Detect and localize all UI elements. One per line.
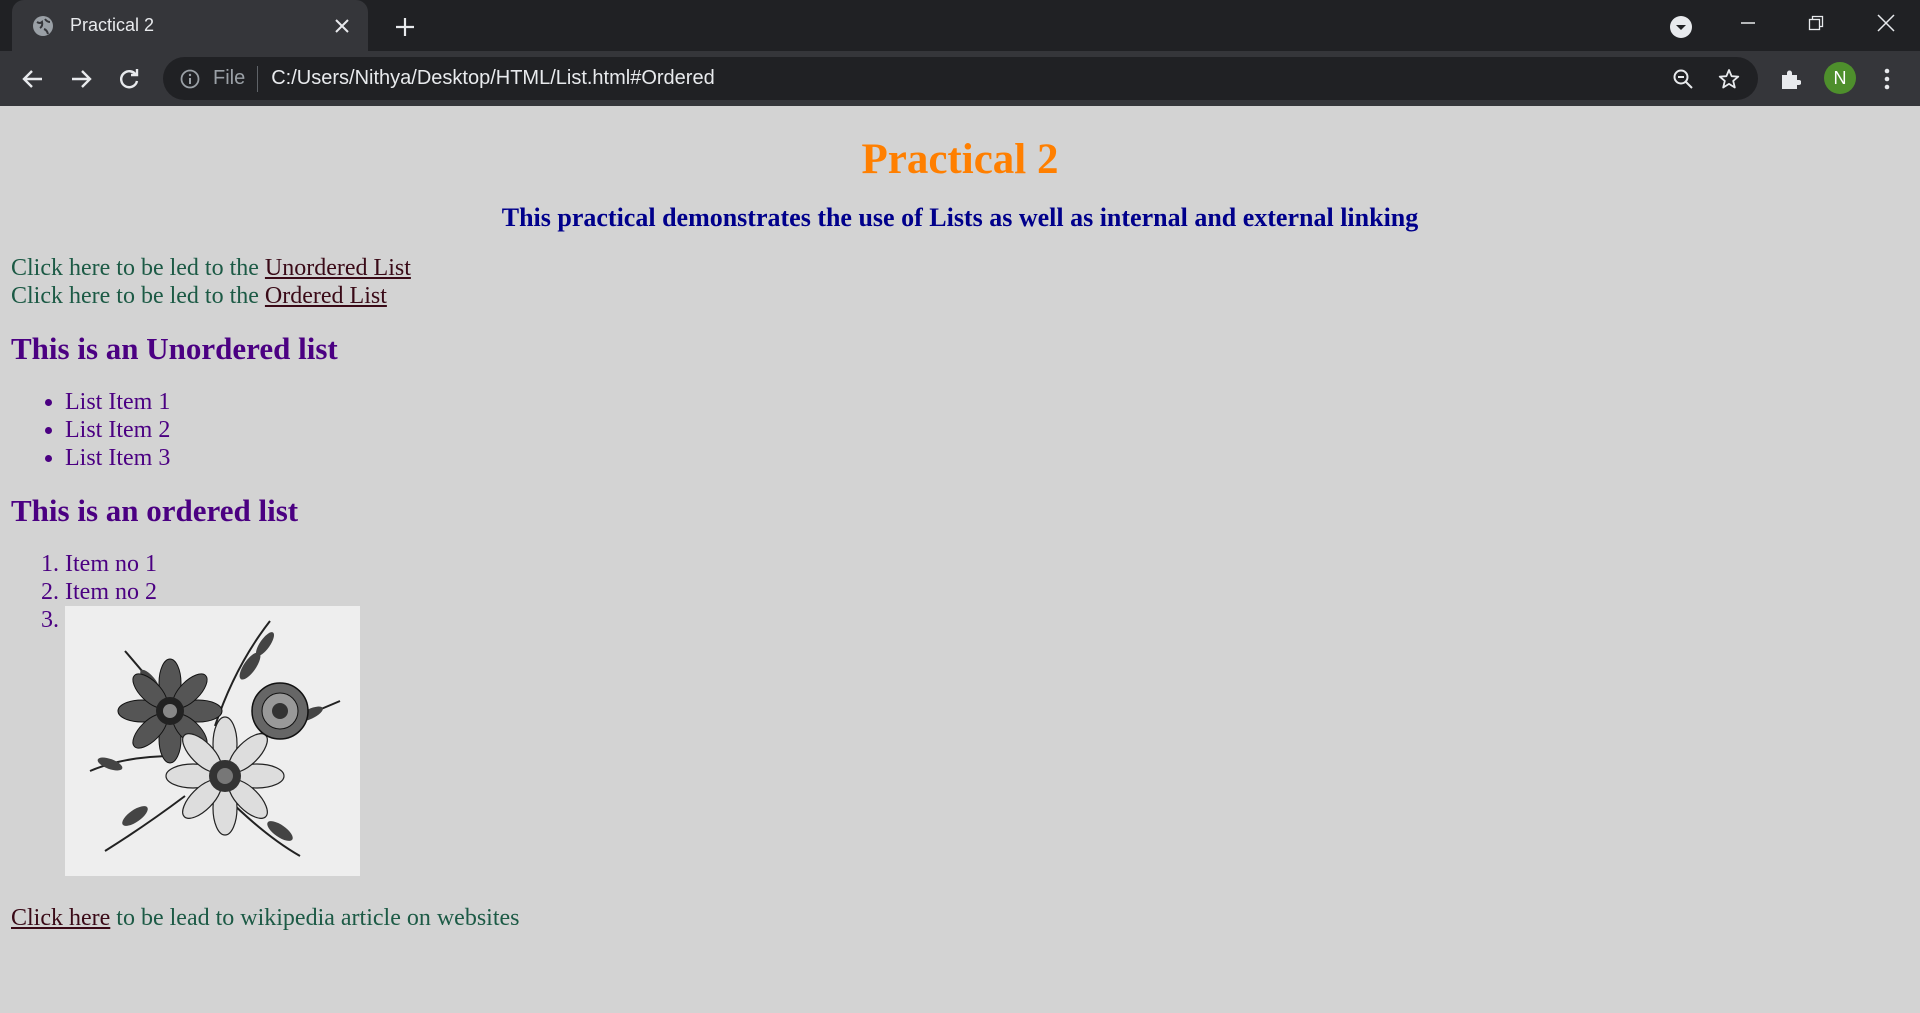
page-content: Practical 2 This practical demonstrates … — [0, 134, 1920, 932]
restore-icon[interactable] — [1782, 0, 1850, 46]
list-item: List Item 2 — [65, 416, 1909, 444]
unordered-list-link[interactable]: Unordered List — [265, 255, 411, 281]
minimize-icon[interactable] — [1714, 0, 1782, 46]
close-tab-icon[interactable] — [330, 14, 354, 38]
link-line-prefix: Click here to be led to the — [11, 255, 265, 281]
internal-links: Click here to be led to the Unordered Li… — [11, 254, 1909, 310]
wikipedia-link[interactable]: Click here — [11, 905, 110, 931]
link-line-prefix: Click here to be led to the — [11, 283, 265, 309]
ordered-list: Item no 1 Item no 2 — [11, 550, 1909, 878]
bookmark-star-icon[interactable] — [1712, 62, 1746, 96]
profile-avatar[interactable]: N — [1824, 62, 1856, 94]
list-item: List Item 1 — [65, 388, 1909, 416]
globe-icon — [32, 15, 54, 37]
flower-illustration-image — [65, 606, 360, 876]
tab-strip: Practical 2 — [0, 0, 1920, 51]
page-title: Practical 2 — [861, 136, 1059, 183]
link-line-unordered: Click here to be led to the Unordered Li… — [11, 254, 1909, 282]
zoom-out-icon[interactable] — [1666, 62, 1700, 96]
address-bar[interactable]: File C:/Users/Nithya/Desktop/HTML/List.h… — [163, 57, 1758, 100]
url-scheme-label: File — [213, 67, 246, 89]
list-item-image — [65, 606, 1909, 878]
new-tab-plus-icon[interactable] — [390, 12, 420, 42]
tab-practical-2[interactable]: Practical 2 — [12, 0, 368, 51]
unordered-list-heading: This is an Unordered list — [11, 331, 338, 366]
tab-search-dropdown-icon[interactable] — [1666, 12, 1696, 42]
back-arrow-icon[interactable] — [16, 62, 50, 96]
site-info-icon[interactable] — [179, 68, 201, 90]
list-item: Item no 1 — [65, 550, 1909, 578]
list-item: List Item 3 — [65, 444, 1909, 472]
tab-title: Practical 2 — [70, 15, 155, 35]
reload-icon[interactable] — [112, 62, 146, 96]
external-link-line: Click here to be lead to wikipedia artic… — [11, 904, 1909, 932]
list-item: Item no 2 — [65, 578, 1909, 606]
external-link-text: to be lead to wikipedia article on websi… — [110, 905, 520, 931]
link-line-ordered: Click here to be led to the Ordered List — [11, 282, 1909, 310]
omnibox-divider — [257, 65, 259, 92]
browser-chrome: Practical 2 File C:/Users/Nithya/Desktop… — [0, 0, 1920, 106]
toolbar: File C:/Users/Nithya/Desktop/HTML/List.h… — [0, 51, 1920, 106]
forward-arrow-icon[interactable] — [64, 62, 98, 96]
extensions-puzzle-icon[interactable] — [1773, 62, 1807, 96]
menu-kebab-icon[interactable] — [1870, 62, 1904, 96]
ordered-list-link[interactable]: Ordered List — [265, 283, 387, 309]
unordered-list: List Item 1 List Item 2 List Item 3 — [11, 388, 1909, 472]
page-subtitle: This practical demonstrates the use of L… — [501, 203, 1419, 232]
close-window-icon[interactable] — [1852, 0, 1920, 46]
url-text[interactable]: C:/Users/Nithya/Desktop/HTML/List.html#O… — [271, 67, 1666, 90]
ordered-list-heading: This is an ordered list — [11, 493, 299, 528]
